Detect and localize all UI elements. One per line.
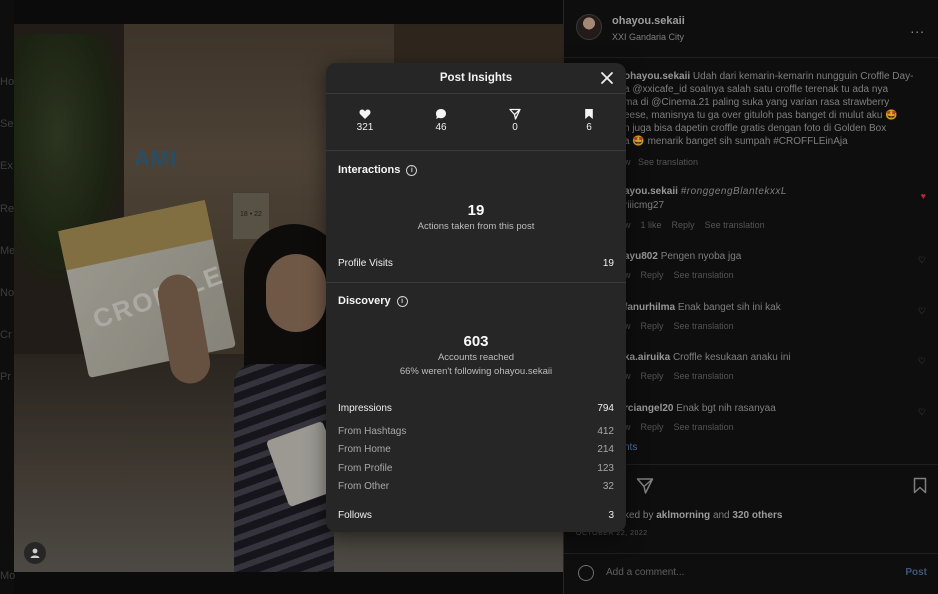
shares-count: 0 <box>512 122 518 133</box>
nav-item-search[interactable]: Se <box>0 118 13 130</box>
heart-icon <box>359 109 371 119</box>
likes-stat: 321 <box>345 108 385 133</box>
discovery-info-icon[interactable]: i <box>396 295 408 307</box>
stats-row: 321 46 0 6 <box>326 94 626 151</box>
post-insights-modal: Post Insights 321 46 0 6 Interactions i … <box>326 63 626 532</box>
nav-item-more[interactable]: Mo <box>0 570 15 582</box>
saves-stat: 6 <box>569 108 609 133</box>
interactions-total: 19 <box>467 202 485 219</box>
accounts-reached-label: Accounts reached <box>437 352 515 363</box>
nav-item-messages[interactable]: Me <box>0 245 15 257</box>
bookmark-icon <box>585 109 593 119</box>
comment-icon <box>436 109 446 119</box>
interactions-info-icon[interactable]: i <box>406 164 418 176</box>
interactions-section-title: Interactions i <box>338 164 418 176</box>
accounts-reached-value: 603 <box>463 333 489 350</box>
impressions-source-row: From Home 214 <box>338 444 614 455</box>
saves-count: 6 <box>586 122 592 133</box>
modal-header: Post Insights <box>326 63 626 94</box>
impressions-row: Impressions 794 <box>338 403 614 414</box>
page: Ho Se Ex Re Me No Cr Pr Mo AMI 18 • 22 C… <box>0 0 938 594</box>
background-nav: Ho Se Ex Re Me No Cr Pr Mo <box>0 0 15 594</box>
profile-visits-row: Profile Visits 19 <box>338 258 614 269</box>
shares-stat: 0 <box>495 108 535 133</box>
nav-item-notifications[interactable]: No <box>0 287 14 299</box>
close-icon[interactable] <box>599 70 615 86</box>
nav-item-reels[interactable]: Re <box>0 203 14 215</box>
profile-visits-value: 19 <box>602 258 614 269</box>
not-following-text: 66% weren't following ohayou.sekaii <box>399 366 553 377</box>
comments-count: 46 <box>435 122 447 133</box>
section-divider <box>326 282 626 283</box>
share-icon <box>509 108 521 120</box>
follows-value: 3 <box>608 510 614 521</box>
discovery-section-title: Discovery i <box>338 295 408 307</box>
impressions-source-row: From Other 32 <box>338 481 614 492</box>
nav-item-explore[interactable]: Ex <box>0 160 13 172</box>
nav-item-profile[interactable]: Pr <box>0 371 11 383</box>
tagged-users-icon[interactable] <box>24 542 46 564</box>
nav-item-home[interactable]: Ho <box>0 76 14 88</box>
modal-title: Post Insights <box>439 72 513 84</box>
likes-count: 321 <box>356 122 374 133</box>
follows-row: Follows 3 <box>338 510 614 521</box>
nav-item-create[interactable]: Cr <box>0 329 12 341</box>
interactions-total-label: Actions taken from this post <box>417 221 535 232</box>
impressions-value: 794 <box>597 403 614 414</box>
impressions-source-row: From Hashtags 412 <box>338 426 614 437</box>
impressions-source-row: From Profile 123 <box>338 463 614 474</box>
comments-stat: 46 <box>421 108 461 133</box>
